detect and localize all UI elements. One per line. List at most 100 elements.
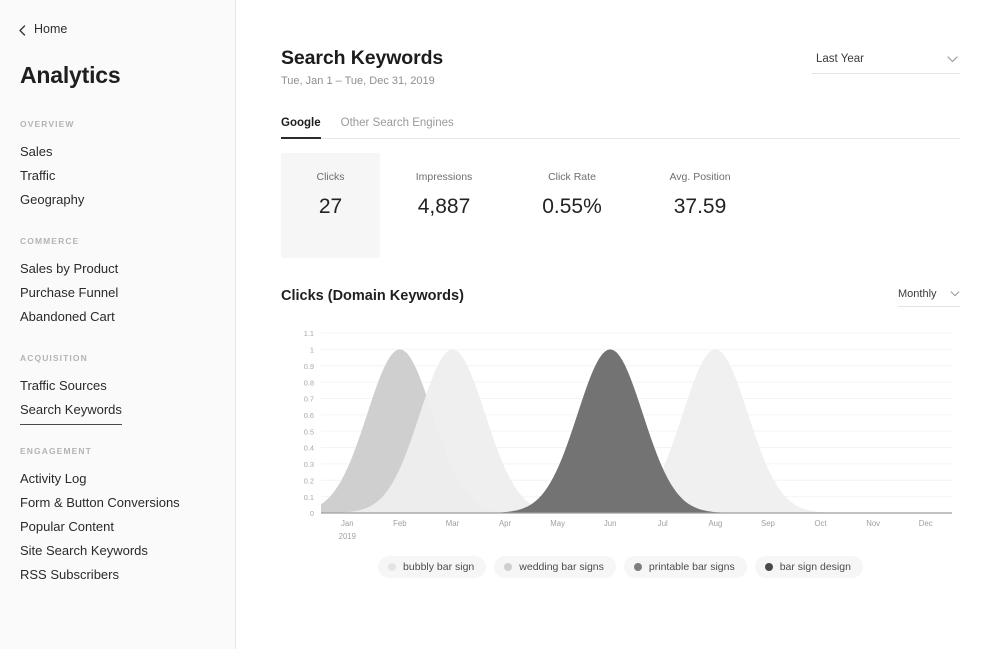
page-header-text: Search Keywords Tue, Jan 1 – Tue, Dec 31… bbox=[281, 46, 443, 87]
metric-value: 0.55% bbox=[542, 195, 602, 219]
svg-text:0.3: 0.3 bbox=[304, 460, 314, 469]
svg-text:1.1: 1.1 bbox=[304, 330, 314, 339]
sidebar-item-label: Geography bbox=[20, 188, 84, 214]
svg-text:1: 1 bbox=[310, 346, 314, 355]
legend-color-dot bbox=[765, 563, 773, 571]
sidebar-item-activity-log[interactable]: Activity Log bbox=[0, 467, 235, 491]
metric-avg-position[interactable]: Avg. Position 37.59 bbox=[636, 153, 764, 258]
sidebar: Home Analytics OVERVIEW Sales Traffic Ge… bbox=[0, 0, 236, 649]
sidebar-section-heading-acquisition: ACQUISITION bbox=[0, 353, 235, 363]
sidebar-item-purchase-funnel[interactable]: Purchase Funnel bbox=[0, 281, 235, 305]
chevron-down-icon bbox=[947, 56, 958, 63]
metric-impressions[interactable]: Impressions 4,887 bbox=[380, 153, 508, 258]
sidebar-item-popular-content[interactable]: Popular Content bbox=[0, 515, 235, 539]
sidebar-item-traffic-sources[interactable]: Traffic Sources bbox=[0, 374, 235, 398]
legend-label: printable bar signs bbox=[649, 561, 735, 573]
sidebar-item-geography[interactable]: Geography bbox=[0, 188, 235, 212]
granularity-select[interactable]: Monthly bbox=[898, 288, 960, 307]
sidebar-item-form-button-conversions[interactable]: Form & Button Conversions bbox=[0, 491, 235, 515]
metric-click-rate[interactable]: Click Rate 0.55% bbox=[508, 153, 636, 258]
svg-text:May: May bbox=[550, 519, 565, 528]
sidebar-section-heading-engagement: ENGAGEMENT bbox=[0, 446, 235, 456]
chart-legend: bubbly bar sign wedding bar signs printa… bbox=[281, 556, 960, 578]
svg-text:0.6: 0.6 bbox=[304, 411, 314, 420]
svg-text:Jul: Jul bbox=[658, 519, 668, 528]
svg-text:0.2: 0.2 bbox=[304, 477, 314, 486]
svg-text:0.9: 0.9 bbox=[304, 362, 314, 371]
sidebar-item-sales-by-product[interactable]: Sales by Product bbox=[0, 257, 235, 281]
metric-label: Impressions bbox=[416, 171, 473, 183]
page-title: Search Keywords bbox=[281, 46, 443, 70]
sidebar-title: Analytics bbox=[0, 36, 235, 89]
sidebar-item-label: Site Search Keywords bbox=[20, 539, 148, 565]
sidebar-section-commerce: COMMERCE Sales by Product Purchase Funne… bbox=[0, 236, 235, 329]
sidebar-section-acquisition: ACQUISITION Traffic Sources Search Keywo… bbox=[0, 353, 235, 422]
clicks-area-chart: 00.10.20.30.40.50.60.70.80.911.1JanFebMa… bbox=[281, 325, 960, 540]
chart-svg: 00.10.20.30.40.50.60.70.80.911.1JanFebMa… bbox=[281, 325, 956, 555]
back-to-home-link[interactable]: Home bbox=[0, 18, 235, 36]
sidebar-item-label: Sales by Product bbox=[20, 257, 118, 283]
svg-text:Dec: Dec bbox=[919, 519, 933, 528]
svg-text:0.7: 0.7 bbox=[304, 395, 314, 404]
search-engine-tabs: Google Other Search Engines bbox=[281, 117, 960, 139]
svg-text:0.4: 0.4 bbox=[304, 444, 314, 453]
sidebar-section-overview: OVERVIEW Sales Traffic Geography bbox=[0, 119, 235, 212]
svg-text:0.8: 0.8 bbox=[304, 379, 314, 388]
sidebar-item-site-search-keywords[interactable]: Site Search Keywords bbox=[0, 539, 235, 563]
tab-other-search-engines[interactable]: Other Search Engines bbox=[341, 117, 454, 138]
sidebar-item-abandoned-cart[interactable]: Abandoned Cart bbox=[0, 305, 235, 329]
metric-value: 27 bbox=[319, 195, 342, 219]
sidebar-section-heading-commerce: COMMERCE bbox=[0, 236, 235, 246]
chart-title: Clicks (Domain Keywords) bbox=[281, 288, 464, 304]
legend-color-dot bbox=[504, 563, 512, 571]
svg-text:Nov: Nov bbox=[866, 519, 880, 528]
legend-color-dot bbox=[388, 563, 396, 571]
svg-text:0.5: 0.5 bbox=[304, 428, 314, 437]
legend-item-bar-sign-design[interactable]: bar sign design bbox=[755, 556, 863, 578]
main-content: Search Keywords Tue, Jan 1 – Tue, Dec 31… bbox=[236, 0, 1000, 649]
chevron-down-icon bbox=[950, 291, 960, 297]
svg-text:2019: 2019 bbox=[339, 532, 356, 541]
svg-text:0.1: 0.1 bbox=[304, 493, 314, 502]
svg-text:Mar: Mar bbox=[446, 519, 460, 528]
sidebar-section-engagement: ENGAGEMENT Activity Log Form & Button Co… bbox=[0, 446, 235, 587]
period-select-value: Last Year bbox=[816, 53, 864, 65]
sidebar-item-label: Abandoned Cart bbox=[20, 305, 115, 331]
sidebar-item-label: Sales bbox=[20, 140, 53, 166]
sidebar-item-search-keywords[interactable]: Search Keywords bbox=[0, 398, 235, 422]
metric-clicks[interactable]: Clicks 27 bbox=[281, 153, 380, 258]
metric-label: Click Rate bbox=[548, 171, 596, 183]
chevron-left-icon bbox=[18, 25, 27, 34]
sidebar-item-label: Traffic Sources bbox=[20, 374, 107, 400]
metric-value: 4,887 bbox=[418, 195, 471, 219]
tab-google[interactable]: Google bbox=[281, 117, 321, 138]
page-header: Search Keywords Tue, Jan 1 – Tue, Dec 31… bbox=[281, 46, 960, 87]
svg-text:Jun: Jun bbox=[604, 519, 617, 528]
sidebar-item-label: Activity Log bbox=[20, 467, 86, 493]
metric-value: 37.59 bbox=[674, 195, 727, 219]
legend-item-printable-bar-signs[interactable]: printable bar signs bbox=[624, 556, 747, 578]
sidebar-item-label: Form & Button Conversions bbox=[20, 491, 180, 517]
back-link-label: Home bbox=[34, 22, 67, 36]
sidebar-item-traffic[interactable]: Traffic bbox=[0, 164, 235, 188]
sidebar-item-label: Popular Content bbox=[20, 515, 114, 541]
legend-item-wedding-bar-signs[interactable]: wedding bar signs bbox=[494, 556, 616, 578]
metric-label: Avg. Position bbox=[669, 171, 730, 183]
svg-text:Apr: Apr bbox=[499, 519, 512, 528]
sidebar-section-heading-overview: OVERVIEW bbox=[0, 119, 235, 129]
sidebar-item-rss-subscribers[interactable]: RSS Subscribers bbox=[0, 563, 235, 587]
legend-color-dot bbox=[634, 563, 642, 571]
sidebar-item-label: Search Keywords bbox=[20, 398, 122, 425]
legend-item-bubbly-bar-sign[interactable]: bubbly bar sign bbox=[378, 556, 486, 578]
svg-text:Sep: Sep bbox=[761, 519, 776, 528]
svg-text:Feb: Feb bbox=[393, 519, 407, 528]
sidebar-item-label: Traffic bbox=[20, 164, 55, 190]
svg-text:Aug: Aug bbox=[708, 519, 722, 528]
metric-label: Clicks bbox=[317, 171, 345, 183]
sidebar-item-sales[interactable]: Sales bbox=[0, 140, 235, 164]
svg-text:Oct: Oct bbox=[814, 519, 827, 528]
legend-label: bar sign design bbox=[780, 561, 851, 573]
period-select[interactable]: Last Year bbox=[812, 53, 960, 74]
metrics-row: Clicks 27 Impressions 4,887 Click Rate 0… bbox=[281, 153, 960, 258]
date-range-label: Tue, Jan 1 – Tue, Dec 31, 2019 bbox=[281, 75, 443, 87]
